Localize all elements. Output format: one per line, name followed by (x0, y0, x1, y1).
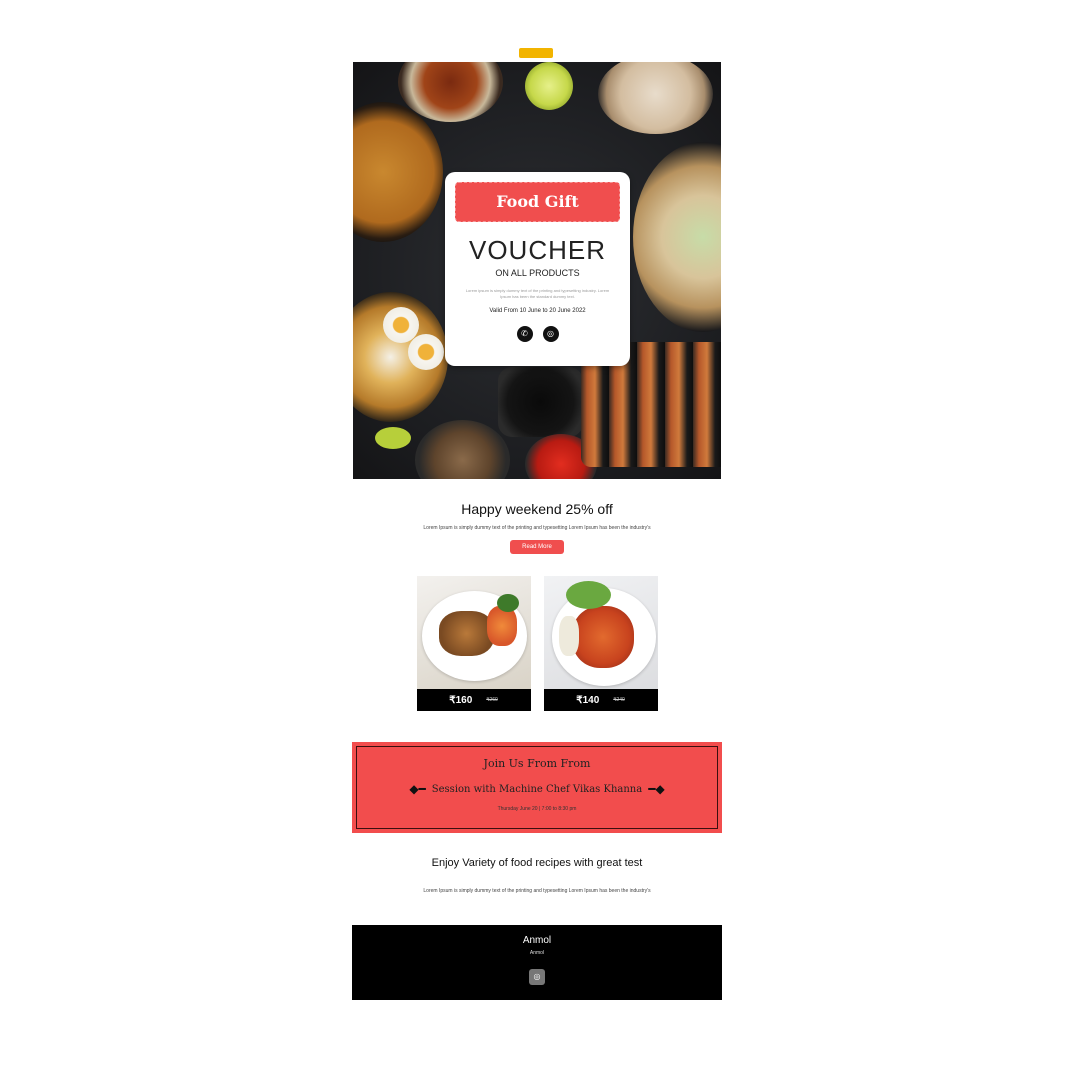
product-old-price: ₹260 (486, 697, 498, 703)
offer-title: Happy weekend 25% off (461, 501, 613, 517)
price-bar: ₹160 ₹260 (416, 689, 531, 711)
noodle-dish-image (543, 576, 658, 689)
hero-banner: Food Gift VOUCHER ON ALL PRODUCTS Lorem … (353, 62, 721, 479)
event-banner: Join Us From From ◆━ Session with Machin… (352, 742, 722, 833)
product-card[interactable]: ₹160 ₹260 (416, 576, 531, 711)
top-tab-marker (519, 48, 553, 58)
dumpling-plate-image (598, 62, 713, 134)
product-list: ₹160 ₹260 ₹140 ₹240 (352, 576, 722, 711)
product-price: ₹160 (449, 694, 473, 706)
sauce-dish-image (498, 367, 583, 437)
food-gift-banner: Food Gift (455, 182, 620, 222)
enjoy-section: Enjoy Variety of food recipes with great… (352, 833, 722, 894)
grilled-fish-dish-image (416, 576, 531, 689)
lime-slice-image (525, 62, 573, 110)
event-title: Join Us From From (483, 757, 591, 770)
voucher-social-icons: ✆ ◎ (445, 326, 630, 342)
instagram-icon[interactable]: ◎ (542, 326, 559, 342)
read-more-button[interactable]: Read More (510, 540, 564, 554)
enjoy-text: Lorem Ipsum is simply dummy text of the … (423, 888, 651, 894)
instagram-icon[interactable]: ◎ (529, 969, 545, 985)
offer-section: Happy weekend 25% off Lorem Ipsum is sim… (352, 479, 722, 554)
footer-subtext: Anmol (529, 950, 545, 956)
phone-icon[interactable]: ✆ (516, 326, 533, 342)
offer-text: Lorem Ipsum is simply dummy text of the … (423, 525, 651, 531)
product-price: ₹140 (576, 694, 600, 706)
event-date: Thursday June 20 | 7:00 to 8:30 pm (497, 806, 577, 812)
voucher-subtitle: ON ALL PRODUCTS (495, 268, 580, 278)
footer-name: Anmol (522, 935, 552, 946)
voucher-card: Food Gift VOUCHER ON ALL PRODUCTS Lorem … (445, 172, 630, 366)
ornament-left-icon: ◆━ (409, 782, 426, 796)
footer: Anmol Anmol ◎ (352, 925, 722, 1000)
mushroom-bowl-image (415, 420, 510, 479)
event-subtitle: Session with Machine Chef Vikas Khanna (431, 783, 643, 795)
product-old-price: ₹240 (613, 697, 625, 703)
egg-slice-image-2 (408, 334, 444, 370)
voucher-validity: Valid From 10 June to 20 June 2022 (489, 308, 586, 314)
product-card[interactable]: ₹140 ₹240 (543, 576, 658, 711)
ornament-right-icon: ━◆ (648, 782, 665, 796)
voucher-description: Lorem ipsum is simply dummy text of the … (465, 288, 610, 299)
voucher-title: VOUCHER (468, 235, 606, 265)
price-bar: ₹140 ₹240 (543, 689, 658, 711)
dim-sum-basket-image (633, 142, 721, 332)
email-newsletter: Food Gift VOUCHER ON ALL PRODUCTS Lorem … (352, 62, 722, 1000)
lime-wedge-image (375, 427, 411, 449)
noodle-bowl-image (353, 102, 443, 242)
event-border: Join Us From From ◆━ Session with Machin… (356, 746, 718, 829)
enjoy-title: Enjoy Variety of food recipes with great… (431, 857, 643, 869)
event-subtitle-row: ◆━ Session with Machine Chef Vikas Khann… (357, 782, 717, 796)
